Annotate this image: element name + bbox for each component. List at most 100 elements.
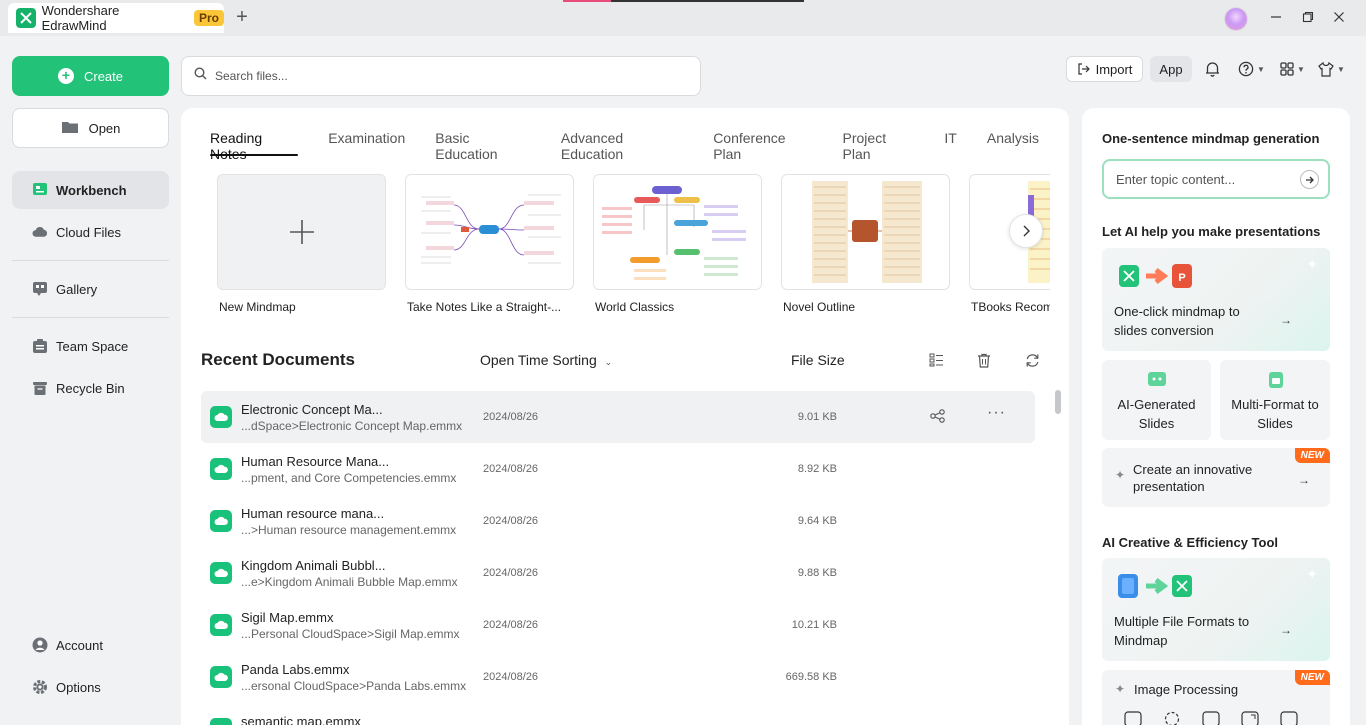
- grid-icon: [1280, 62, 1294, 76]
- ai-panel: One-sentence mindmap generation Let AI h…: [1082, 108, 1350, 725]
- file-size: 669.58 KB: [785, 671, 837, 683]
- share-icon[interactable]: [930, 409, 945, 428]
- search-bar[interactable]: [181, 56, 701, 96]
- sidebar-item-cloud-files[interactable]: Cloud Files: [12, 213, 169, 251]
- arrow-right-icon: →: [1280, 313, 1292, 327]
- file-name: Sigil Map.emmx: [241, 610, 334, 625]
- sidebar-item-gallery[interactable]: Gallery: [12, 270, 169, 308]
- next-templates-button[interactable]: [1009, 214, 1043, 248]
- file-path: ...ersonal CloudSpace>Panda Labs.emmx: [241, 679, 467, 693]
- file-date: 2024/08/26: [483, 619, 539, 631]
- sort-dropdown[interactable]: Open Time Sorting ⌄: [480, 352, 612, 368]
- tab-project-plan[interactable]: Project Plan: [843, 130, 915, 162]
- tab-it[interactable]: IT: [944, 130, 956, 156]
- image-processing-card[interactable]: NEW ✦ Image Processing: [1102, 670, 1330, 725]
- pro-badge: Pro: [193, 10, 224, 26]
- search-input[interactable]: [215, 69, 675, 83]
- app-button[interactable]: App: [1150, 56, 1192, 82]
- sidebar-item-team-space[interactable]: Team Space: [12, 327, 169, 365]
- bell-icon[interactable]: [1205, 58, 1220, 80]
- tab-advanced-education[interactable]: Advanced Education: [561, 130, 683, 162]
- table-row[interactable]: Electronic Concept Ma... ...dSpace>Elect…: [201, 391, 1035, 443]
- tab-conference-plan[interactable]: Conference Plan: [713, 130, 812, 162]
- file-size: 10.21 KB: [791, 619, 837, 631]
- create-button[interactable]: + Create: [12, 56, 169, 96]
- table-row[interactable]: semantic map.emmx: [201, 703, 1035, 725]
- minimize-icon[interactable]: [1266, 8, 1286, 28]
- file-date: 2024/08/26: [483, 411, 539, 423]
- sort-label: Open Time Sorting: [480, 352, 597, 368]
- file-path: ...>Human resource management.emmx: [241, 523, 457, 537]
- template-card-label: Novel Outline: [783, 300, 856, 314]
- sidebar-item-recycle-bin[interactable]: Recycle Bin: [12, 369, 169, 407]
- apps-menu[interactable]: ▼: [1280, 58, 1305, 80]
- ai-generated-slides-label: AI-Generated Slides: [1117, 397, 1196, 431]
- topic-field[interactable]: [1102, 159, 1330, 199]
- maximize-icon[interactable]: [1298, 8, 1318, 28]
- list-view-icon[interactable]: [927, 351, 945, 369]
- more-options-icon[interactable]: ···: [987, 404, 1006, 422]
- template-card[interactable]: World Classics: [593, 174, 762, 314]
- sidebar-item-options[interactable]: Options: [12, 668, 169, 706]
- divider: [12, 317, 169, 318]
- table-row[interactable]: Kingdom Animali Bubbl... ...e>Kingdom An…: [201, 547, 1035, 599]
- multi-format-slides-card[interactable]: Multi-Format to Slides: [1220, 360, 1330, 440]
- template-card[interactable]: TBooks Recom: [969, 174, 1050, 314]
- sidebar-item-workbench[interactable]: Workbench: [12, 171, 169, 209]
- cloud-file-icon: [210, 666, 232, 688]
- sidebar-item-label: Gallery: [56, 281, 98, 297]
- sidebar-item-account[interactable]: Account: [12, 626, 169, 664]
- refresh-icon[interactable]: [1023, 351, 1041, 369]
- cloud-file-icon: [210, 562, 232, 584]
- crop-icon: [1280, 711, 1298, 725]
- table-row[interactable]: Panda Labs.emmx ...ersonal CloudSpace>Pa…: [201, 651, 1035, 703]
- file-size-header: File Size: [791, 352, 845, 368]
- scrollbar[interactable]: [1055, 390, 1061, 414]
- table-row[interactable]: Human resource mana... ...>Human resourc…: [201, 495, 1035, 547]
- innovative-presentation-card[interactable]: NEW ✦ Create an innovative presentation …: [1102, 448, 1330, 507]
- template-thumbnail: [405, 174, 574, 290]
- template-card-new-mindmap[interactable]: New Mindmap: [217, 174, 386, 314]
- mindmap-to-slides-card[interactable]: P ✦ One-click mindmap to slides conversi…: [1102, 248, 1330, 351]
- new-tab-button[interactable]: +: [232, 7, 252, 28]
- sidebar-item-label: Recycle Bin: [56, 380, 125, 396]
- tab-examination[interactable]: Examination: [328, 130, 405, 156]
- template-card[interactable]: Take Notes Like a Straight-...: [405, 174, 574, 314]
- import-button[interactable]: Import: [1066, 56, 1143, 82]
- tab-reading-notes[interactable]: Reading Notes: [210, 130, 299, 162]
- table-row[interactable]: Sigil Map.emmx ...Personal CloudSpace>Si…: [201, 599, 1035, 651]
- plus-icon: +: [57, 68, 74, 84]
- sparkle-icon: ✦: [1306, 256, 1318, 272]
- image-icon: [1124, 711, 1142, 725]
- tab-analysis[interactable]: Analysis: [987, 130, 1039, 156]
- file-path: ...Personal CloudSpace>Sigil Map.emmx: [241, 627, 460, 641]
- topic-input[interactable]: [1116, 171, 1291, 187]
- image-processing-label: Image Processing: [1134, 682, 1239, 697]
- ai-generated-slides-card[interactable]: AI-Generated Slides: [1102, 360, 1211, 440]
- cloud-file-icon: [210, 458, 232, 480]
- open-button[interactable]: Open: [12, 108, 169, 148]
- sidebar-item-label: Workbench: [56, 182, 127, 198]
- file-formats-to-mindmap-card[interactable]: ✦ Multiple File Formats to Mindmap →: [1102, 558, 1330, 661]
- hd-icon: [1202, 711, 1220, 725]
- table-row[interactable]: Human Resource Mana... ...pment, and Cor…: [201, 443, 1035, 495]
- help-menu[interactable]: ▼: [1238, 58, 1265, 80]
- cloud-file-icon: [210, 718, 232, 725]
- tab-basic-education[interactable]: Basic Education: [435, 130, 531, 162]
- skin-menu[interactable]: ▼: [1318, 58, 1345, 80]
- close-icon[interactable]: [1329, 8, 1349, 28]
- file-size: 8.92 KB: [797, 463, 837, 475]
- file-path: ...e>Kingdom Animali Bubble Map.emmx: [241, 575, 458, 589]
- ai-slides-icon: [1146, 370, 1168, 395]
- chevron-down-icon: ▼: [1297, 64, 1305, 74]
- arrow-right-icon[interactable]: [1300, 170, 1319, 189]
- app-tab[interactable]: Wondershare EdrawMind Pro: [8, 3, 224, 33]
- create-label: Create: [83, 68, 124, 84]
- shirt-icon: [1318, 61, 1334, 77]
- trash-icon[interactable]: [975, 351, 993, 369]
- avatar[interactable]: [1224, 7, 1248, 31]
- template-card-label: New Mindmap: [219, 300, 296, 314]
- sidebar-item-label: Options: [56, 679, 101, 695]
- innovative-presentation-label: Create an innovative presentation: [1133, 462, 1253, 494]
- template-card[interactable]: Novel Outline: [781, 174, 950, 314]
